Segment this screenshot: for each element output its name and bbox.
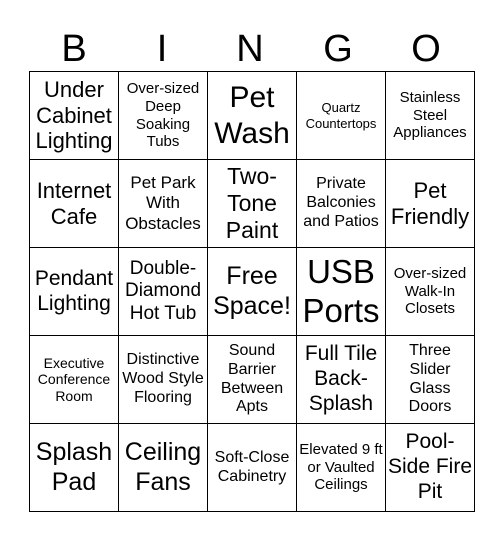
- bingo-cell[interactable]: Full Tile Back-Splash: [296, 335, 386, 424]
- bingo-cell[interactable]: Pool-Side Fire Pit: [385, 423, 475, 512]
- bingo-cell[interactable]: Two-Tone Paint: [207, 159, 297, 248]
- free-space-cell[interactable]: Free Space!: [207, 247, 297, 336]
- header-letter-i: I: [156, 28, 168, 70]
- bingo-cell[interactable]: Over-sized Walk-In Closets: [385, 247, 475, 336]
- bingo-cell[interactable]: Stainless Steel Appliances: [385, 71, 475, 160]
- grid-row: Splash Pad Ceiling Fans Soft-Close Cabin…: [29, 423, 475, 512]
- header-letter-b: B: [61, 28, 87, 70]
- bingo-cell[interactable]: Pendant Lighting: [29, 247, 119, 336]
- bingo-cell[interactable]: Elevated 9 ft or Vaulted Ceilings: [296, 423, 386, 512]
- bingo-cell[interactable]: Three Slider Glass Doors: [385, 335, 475, 424]
- grid-row: Under Cabinet Lighting Over-sized Deep S…: [29, 71, 475, 160]
- bingo-cell[interactable]: Sound Barrier Between Apts: [207, 335, 297, 424]
- bingo-cell[interactable]: USB Ports: [296, 247, 386, 336]
- grid-row: Pendant Lighting Double-Diamond Hot Tub …: [29, 247, 475, 336]
- bingo-cell[interactable]: Quartz Countertops: [296, 71, 386, 160]
- bingo-cell[interactable]: Internet Cafe: [29, 159, 119, 248]
- bingo-cell[interactable]: Under Cabinet Lighting: [29, 71, 119, 160]
- header-letter-n: N: [236, 28, 264, 70]
- bingo-cell[interactable]: Ceiling Fans: [118, 423, 208, 512]
- bingo-cell[interactable]: Pet Wash: [207, 71, 297, 160]
- bingo-cell[interactable]: Double-Diamond Hot Tub: [118, 247, 208, 336]
- grid-row: Executive Conference Room Distinctive Wo…: [29, 335, 475, 424]
- bingo-cell[interactable]: Pet Friendly: [385, 159, 475, 248]
- bingo-cell[interactable]: Soft-Close Cabinetry: [207, 423, 297, 512]
- bingo-cell[interactable]: Pet Park With Obstacles: [118, 159, 208, 248]
- header-letter-g: G: [323, 28, 353, 70]
- header-letter-o: O: [411, 28, 441, 70]
- grid-row: Internet Cafe Pet Park With Obstacles Tw…: [29, 159, 475, 248]
- bingo-cell[interactable]: Splash Pad: [29, 423, 119, 512]
- bingo-cell[interactable]: Executive Conference Room: [29, 335, 119, 424]
- bingo-grid: Under Cabinet Lighting Over-sized Deep S…: [29, 71, 475, 512]
- bingo-cell[interactable]: Private Balconies and Patios: [296, 159, 386, 248]
- bingo-cell[interactable]: Over-sized Deep Soaking Tubs: [118, 71, 208, 160]
- bingo-cell[interactable]: Distinctive Wood Style Flooring: [118, 335, 208, 424]
- bingo-header: B I N G O: [30, 26, 470, 72]
